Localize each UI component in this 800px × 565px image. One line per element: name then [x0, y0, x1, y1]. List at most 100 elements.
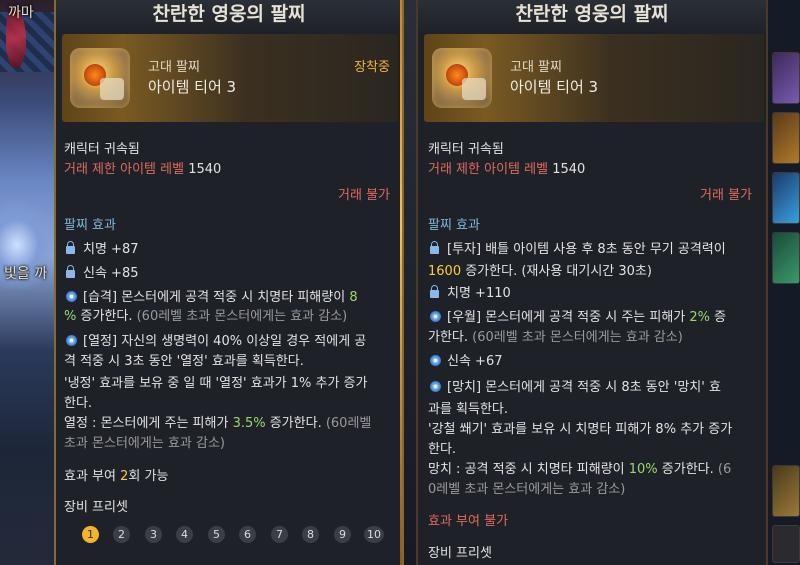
- item-grade: 고대 팔찌: [148, 60, 200, 75]
- preset-1[interactable]: 1: [82, 526, 99, 543]
- lock-icon: [430, 241, 439, 254]
- effect-passion-line4: 한다.: [64, 396, 93, 411]
- effect-superiority-line1: [우월] 몬스터에게 공격 적중 시 주는 피해가 2% 증: [430, 306, 726, 325]
- effect-text: 증: [710, 310, 727, 325]
- effect-text: 증가한다. (재사용 대기시간 30초): [461, 264, 652, 279]
- effect-passion-line1: [열정] 자신의 생명력이 40% 이상일 경우 적에게 공: [66, 330, 366, 349]
- trade-limit: 거래 제한 아이템 레벨 1540: [64, 158, 221, 177]
- effect-text: 증가한다.: [76, 309, 133, 324]
- effect-text: [망치] 몬스터에게 공격 적중 시 8초 동안 '망치' 효: [447, 380, 721, 395]
- item-tier: 아이템 티어 3: [148, 78, 237, 96]
- preset-4[interactable]: 4: [176, 526, 193, 543]
- effect-hammer-line5: 망치 : 공격 적중 시 치명타 피해량이 10% 증가한다. (6: [428, 458, 731, 477]
- stat-swiftness-label: 신속 +85: [83, 266, 139, 281]
- effect-hammer-line6: 0레벨 초과 몬스터에게는 효과 감소): [428, 482, 626, 497]
- preset-selector: 1 2 3 4 5 6 7 8 9 10: [56, 526, 402, 544]
- effect-icon: [430, 311, 441, 322]
- inventory-slot[interactable]: [772, 232, 800, 284]
- inventory-slot[interactable]: [772, 465, 800, 517]
- trade-limit-value: 1540: [552, 162, 586, 177]
- stat-crit: 치명 +110: [430, 282, 511, 301]
- inventory-slot[interactable]: [772, 52, 800, 104]
- effect-passion-line6: 초과 몬스터에게는 효과 감소): [64, 436, 225, 451]
- effect-text: [투자] 배틀 아이템 사용 후 8초 동안 무기 공격력이: [447, 242, 726, 257]
- effect-passion-line5: 열정 : 몬스터에게 주는 피해가 3.5% 증가한다. (60레벨: [64, 412, 371, 431]
- stat-crit-label: 치명 +87: [83, 242, 139, 257]
- effect-icon: [66, 335, 77, 346]
- effect-grant: 효과 부여 2회 가능: [64, 465, 168, 484]
- effect-hammer-line3: '강철 쐐기' 효과를 보유 시 치명타 피해가 8% 추가 증가: [428, 422, 733, 437]
- bound-status: 캐릭터 귀속됨: [64, 142, 140, 157]
- panel-gap: [403, 0, 417, 565]
- stat-swiftness: 신속 +85: [66, 262, 139, 281]
- item-title: 찬란한 영웅의 팔찌: [56, 0, 402, 34]
- stat-crit: 치명 +87: [66, 238, 139, 257]
- trade-limit-value: 1540: [188, 162, 222, 177]
- effect-text: [우월] 몬스터에게 공격 적중 시 주는 피해가: [447, 310, 690, 325]
- effect-value: 3.5%: [232, 416, 266, 431]
- bracelet-icon: [432, 48, 492, 108]
- preset-9[interactable]: 9: [334, 526, 351, 543]
- effect-text: 망치 : 공격 적중 시 치명타 피해량이: [428, 462, 629, 477]
- effect-value: 8: [349, 290, 358, 305]
- effect-hammer-line2: 과를 획득한다.: [428, 402, 509, 417]
- effect-value: %: [64, 309, 77, 324]
- trade-limit: 거래 제한 아이템 레벨 1540: [428, 158, 585, 177]
- stat-crit-label: 치명 +110: [447, 286, 511, 301]
- gem-icon[interactable]: [772, 525, 800, 563]
- preset-title: 장비 프리셋: [64, 500, 128, 515]
- lock-icon: [66, 241, 75, 254]
- equipped-bracelet-tooltip: 찬란한 영웅의 팔찌 고대 팔찌 아이템 티어 3 장착중 캐릭터 귀속됨 거래…: [54, 0, 404, 565]
- trade-status: 거래 불가: [700, 188, 752, 203]
- trade-limit-label: 거래 제한 아이템 레벨: [64, 162, 185, 177]
- effects-title: 팔찌 효과: [64, 218, 116, 233]
- effect-investment-line2: 1600 증가한다. (재사용 대기시간 30초): [428, 260, 652, 279]
- preset-10[interactable]: 10: [364, 526, 384, 543]
- bound-status: 캐릭터 귀속됨: [428, 142, 504, 157]
- effect-text: [습격] 몬스터에게 공격 적중 시 치명타 피해량이: [83, 290, 350, 305]
- effect-value: 2%: [689, 310, 711, 325]
- effect-ambush-line2: % 증가한다. (60레벨 초과 몬스터에게는 효과 감소): [64, 305, 347, 324]
- effect-note: (60레벨 초과 몬스터에게는 효과 감소): [468, 330, 683, 345]
- lock-icon: [430, 285, 439, 298]
- effect-icon: [430, 355, 441, 366]
- effect-hammer-line1: [망치] 몬스터에게 공격 적중 시 8초 동안 '망치' 효: [430, 376, 721, 395]
- effect-value: 10%: [628, 462, 658, 477]
- trade-limit-label: 거래 제한 아이템 레벨: [428, 162, 549, 177]
- item-grade: 고대 팔찌: [510, 60, 562, 75]
- inventory-strip: [768, 0, 800, 565]
- preset-7[interactable]: 7: [271, 526, 288, 543]
- item-title: 찬란한 영웅의 팔찌: [418, 0, 766, 34]
- effect-passion-line2: 격 적중 시 3초 동안 '열정' 효과를 획득한다.: [64, 354, 304, 369]
- bracelet-icon: [70, 48, 130, 108]
- lock-icon: [66, 265, 75, 278]
- effect-text: 열정 : 몬스터에게 주는 피해가: [64, 416, 233, 431]
- preset-6[interactable]: 6: [239, 526, 256, 543]
- equipped-badge: 장착중: [354, 60, 390, 75]
- preset-3[interactable]: 3: [145, 526, 162, 543]
- background-text-mid: 빛을 까: [4, 266, 48, 282]
- effect-note: (60레벨: [321, 416, 372, 431]
- effects-title: 팔찌 효과: [428, 218, 480, 233]
- effect-ambush-line1: [습격] 몬스터에게 공격 적중 시 치명타 피해량이 8: [66, 286, 358, 305]
- compared-bracelet-tooltip: 찬란한 영웅의 팔찌 고대 팔찌 아이템 티어 3 캐릭터 귀속됨 거래 제한 …: [416, 0, 768, 565]
- effect-text: 증가한다.: [265, 416, 322, 431]
- preset-5[interactable]: 5: [208, 526, 225, 543]
- effect-icon: [66, 291, 77, 302]
- effect-note: (6: [713, 462, 732, 477]
- effect-text: 가한다.: [428, 330, 469, 345]
- effect-grant-disabled: 효과 부여 불가: [428, 514, 509, 529]
- trade-status: 거래 불가: [338, 188, 390, 203]
- background-text-top: 까마: [8, 5, 34, 21]
- item-header: 고대 팔찌 아이템 티어 3 장착중: [62, 34, 398, 122]
- preset-8[interactable]: 8: [302, 526, 319, 543]
- inventory-slot[interactable]: [772, 172, 800, 224]
- preset-title: 장비 프리셋: [428, 546, 492, 561]
- effect-hammer-line4: 한다.: [428, 442, 457, 457]
- preset-2[interactable]: 2: [113, 526, 130, 543]
- item-header: 고대 팔찌 아이템 티어 3: [424, 34, 764, 122]
- effect-text: 증가한다.: [657, 462, 714, 477]
- grant-text: 회 가능: [128, 469, 169, 484]
- inventory-slot[interactable]: [772, 112, 800, 164]
- effect-investment-line1: [투자] 배틀 아이템 사용 후 8초 동안 무기 공격력이: [430, 238, 726, 257]
